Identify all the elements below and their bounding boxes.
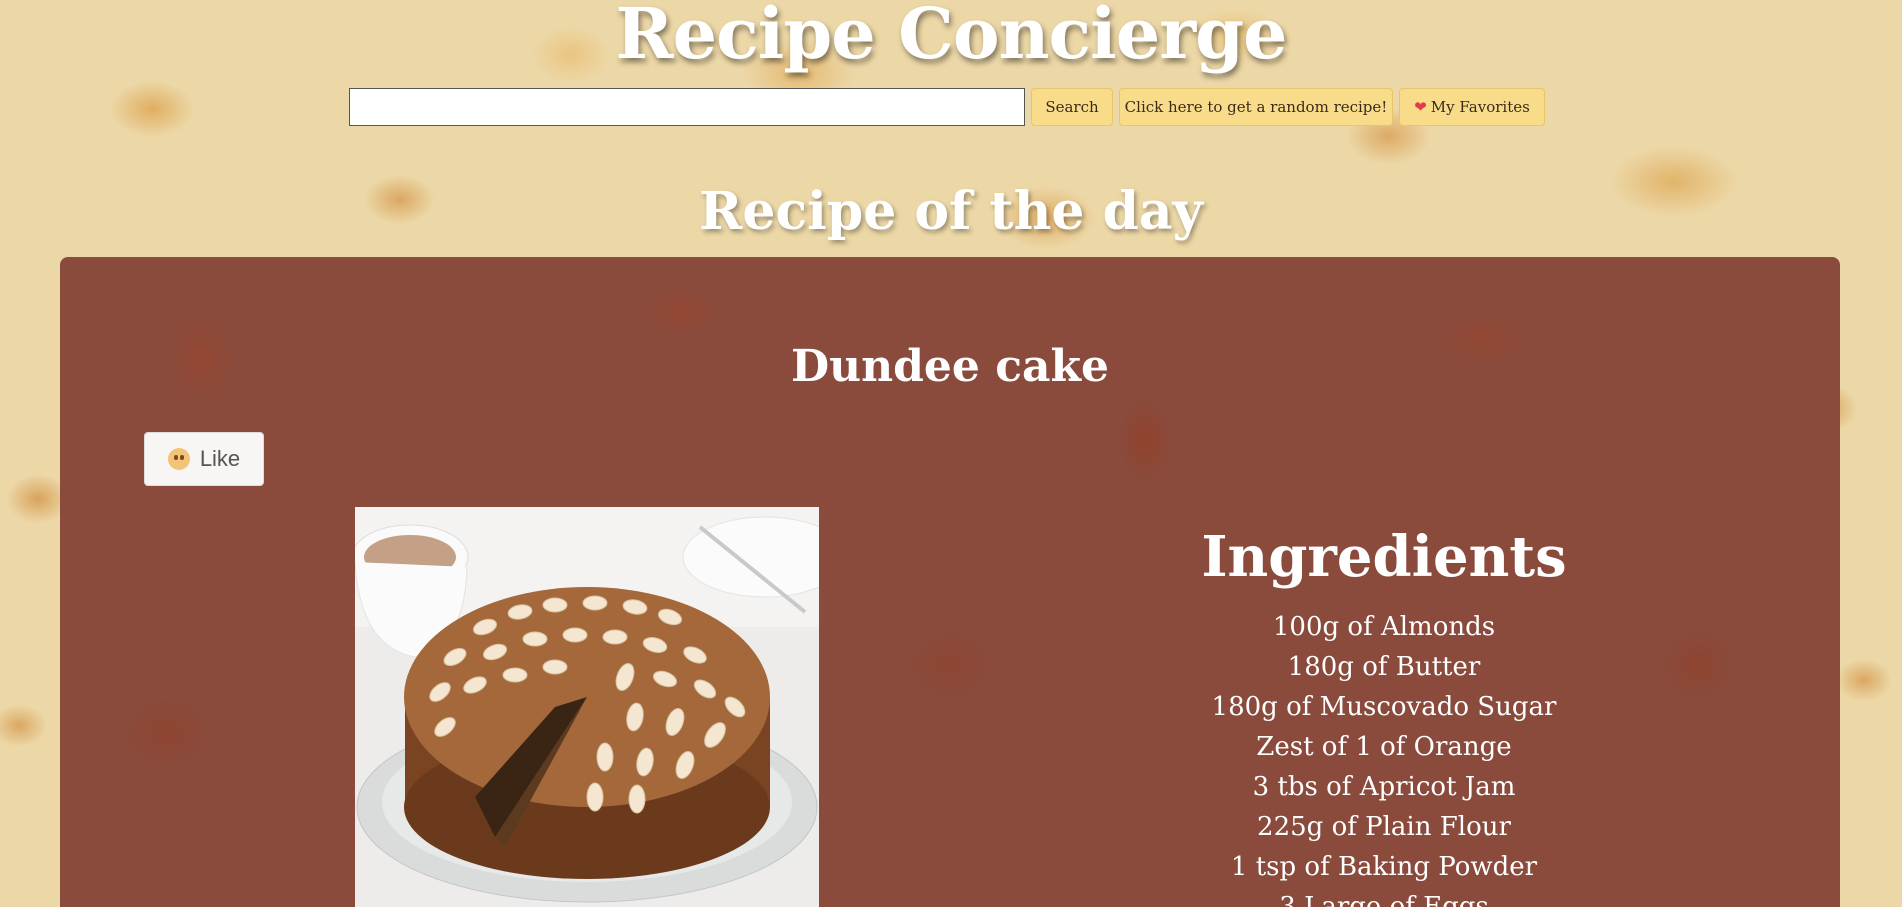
ingredient-item: 3 Large of Eggs — [1279, 892, 1489, 907]
smiley-emoji-icon — [167, 448, 190, 470]
ingredient-item: 180g of Butter — [1287, 652, 1481, 682]
app-title: Recipe Concierge — [615, 0, 1287, 75]
like-button[interactable]: Like — [144, 432, 264, 486]
ingredient-item: 1 tsp of Baking Powder — [1230, 852, 1538, 882]
like-label: Like — [199, 446, 241, 471]
ingredient-item: 3 tbs of Apricot Jam — [1252, 772, 1516, 802]
search-bar: Search Click here to get a random recipe… — [349, 86, 1545, 128]
search-input[interactable] — [349, 88, 1025, 126]
random-recipe-button[interactable]: Click here to get a random recipe! — [1119, 88, 1393, 126]
ingredients-heading: Ingredients — [1201, 524, 1567, 590]
ingredient-item: 100g of Almonds — [1272, 612, 1496, 642]
ingredient-item: 225g of Plain Flour — [1257, 812, 1511, 842]
my-favorites-button[interactable]: ❤ My Favorites — [1399, 88, 1545, 126]
recipe-name: Dundee cake — [791, 341, 1109, 392]
recipe-image — [355, 507, 819, 907]
heart-icon: ❤ — [1414, 98, 1427, 116]
ingredients-list: 100g of Almonds 180g of Butter 180g of M… — [1100, 607, 1668, 907]
recipe-card: Dundee cake Like Ingredients 100g of Alm… — [60, 257, 1840, 907]
ingredient-item: Zest of 1 of Orange — [1256, 732, 1512, 762]
recipe-of-the-day-heading: Recipe of the day — [699, 181, 1203, 242]
ingredient-item: 180g of Muscovado Sugar — [1211, 692, 1557, 722]
my-favorites-label: My Favorites — [1430, 98, 1530, 116]
search-button[interactable]: Search — [1031, 88, 1113, 126]
